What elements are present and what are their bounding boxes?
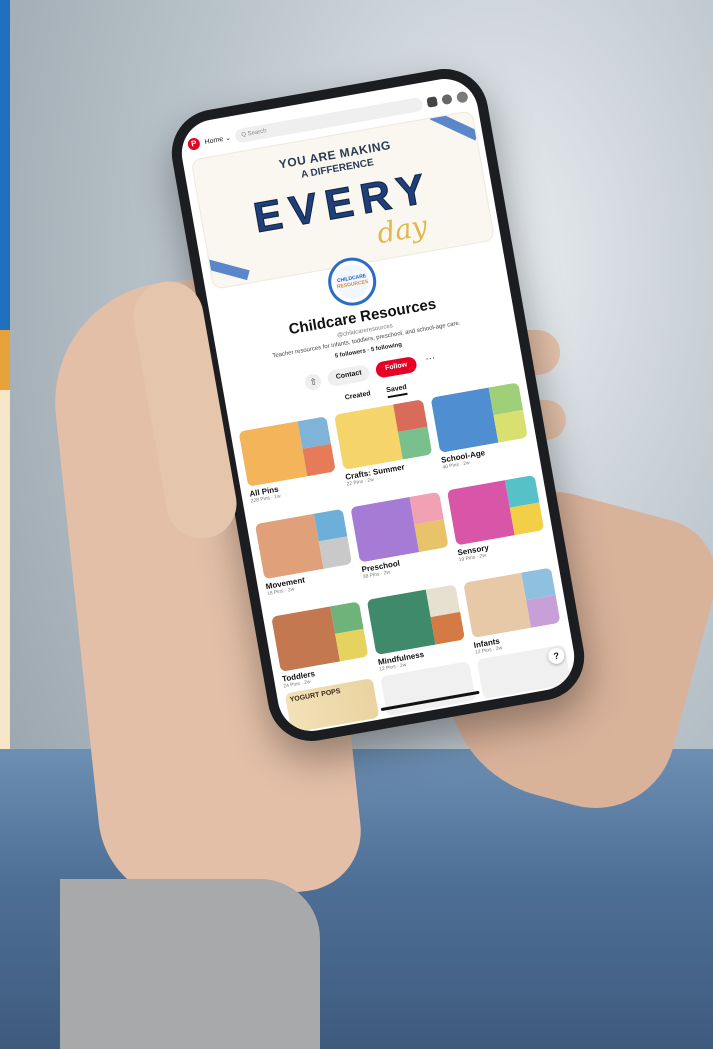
board-card[interactable]: Preschool 38 Pins · 2w — [350, 491, 454, 592]
board-thumbnail-text: YOGURT POPS — [289, 687, 342, 704]
photo-scene: P Home ⌄ Q Search YOU ARE MAKING A DIFFE… — [0, 0, 713, 1049]
sweater-sleeve — [60, 879, 320, 1049]
messages-icon[interactable] — [441, 93, 453, 106]
banner-text-day: day — [374, 209, 430, 251]
board-card[interactable]: All Pins 228 Pins · 1w — [238, 416, 342, 516]
tape-decoration — [202, 258, 250, 281]
avatar-logo: CHILDCARE RESOURCES — [332, 261, 372, 302]
account-avatar[interactable] — [455, 90, 469, 104]
notifications-icon[interactable] — [426, 96, 438, 108]
follow-button[interactable]: Follow — [375, 355, 418, 379]
home-dropdown[interactable]: Home ⌄ — [204, 134, 231, 146]
board-card[interactable]: Crafts: Summer 22 Pins · 2w — [334, 399, 437, 499]
tab-created[interactable]: Created — [344, 390, 372, 405]
share-icon[interactable]: ⇧ — [304, 372, 323, 392]
more-options-icon[interactable]: ··· — [422, 352, 441, 371]
board-card[interactable]: Movement 18 Pins · 2w — [254, 508, 358, 609]
board-card[interactable]: Sensory 19 Pins · 2w — [446, 474, 550, 575]
tab-saved[interactable]: Saved — [385, 383, 408, 399]
board-card[interactable]: School-Age 40 Pins · 2w — [430, 382, 533, 482]
contact-button[interactable]: Contact — [326, 364, 371, 388]
pinterest-logo-icon[interactable]: P — [186, 137, 201, 151]
